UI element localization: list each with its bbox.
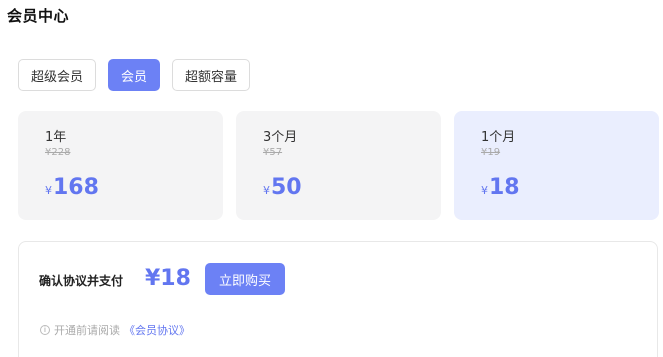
plan-name: 1个月 bbox=[481, 130, 516, 145]
payment-amount: ¥18 bbox=[145, 266, 191, 291]
plan-card-3-months[interactable]: 3个月 ¥57 ¥50 bbox=[236, 111, 441, 220]
notice-text: 开通前请阅读 bbox=[54, 324, 120, 337]
plan-card-1-month[interactable]: 1个月 ¥19 ¥18 bbox=[454, 111, 659, 220]
agreement-notice: i 开通前请阅读 《会员协议》 bbox=[40, 322, 190, 338]
buy-now-button[interactable]: 立即购买 bbox=[205, 263, 285, 295]
plan-price-value: 18 bbox=[489, 175, 520, 200]
plan-price: ¥50 bbox=[263, 175, 302, 200]
membership-tabs: 超级会员 会员 超额容量 bbox=[18, 59, 251, 91]
tab-super-member[interactable]: 超级会员 bbox=[18, 59, 97, 91]
tab-member[interactable]: 会员 bbox=[108, 59, 161, 91]
plan-original-price: ¥57 bbox=[263, 147, 283, 158]
plan-price-value: 50 bbox=[271, 175, 302, 200]
plan-price: ¥18 bbox=[481, 175, 520, 200]
plan-card-1-year[interactable]: 1年 ¥228 ¥168 bbox=[18, 111, 223, 220]
member-agreement-link[interactable]: 《会员协议》 bbox=[124, 322, 190, 338]
plan-list: 1年 ¥228 ¥168 3个月 ¥57 ¥50 1个月 ¥19 ¥18 bbox=[18, 111, 659, 220]
member-center-page: 会员中心 超级会员 会员 超额容量 1年 ¥228 ¥168 3个月 ¥57 ¥… bbox=[0, 0, 663, 357]
payment-label: 确认协议并支付 bbox=[39, 274, 124, 288]
plan-price: ¥168 bbox=[45, 175, 99, 200]
tab-extra-storage[interactable]: 超额容量 bbox=[172, 59, 251, 91]
payment-panel: 确认协议并支付 ¥18 立即购买 i 开通前请阅读 《会员协议》 bbox=[18, 241, 658, 357]
plan-original-price: ¥19 bbox=[481, 147, 501, 158]
currency-symbol: ¥ bbox=[263, 184, 270, 197]
page-title: 会员中心 bbox=[7, 7, 70, 25]
currency-symbol: ¥ bbox=[45, 184, 52, 197]
plan-name: 3个月 bbox=[263, 130, 298, 145]
plan-original-price: ¥228 bbox=[45, 147, 71, 158]
currency-symbol: ¥ bbox=[481, 184, 488, 197]
plan-name: 1年 bbox=[45, 130, 67, 145]
plan-price-value: 168 bbox=[53, 175, 99, 200]
info-circle-icon: i bbox=[40, 325, 50, 335]
